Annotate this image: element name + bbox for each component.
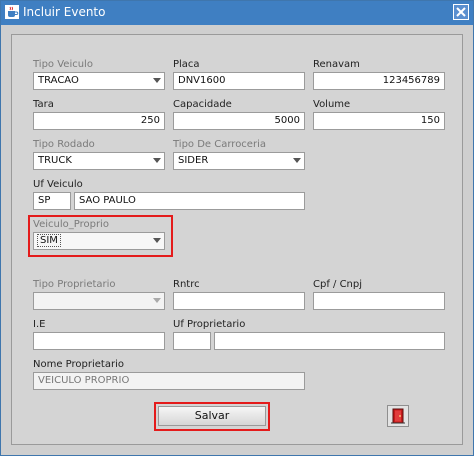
exit-door-icon	[391, 408, 405, 424]
tara-field[interactable]: 250	[33, 112, 165, 130]
form-panel: Tipo Veiculo TRACAO Placa DNV1600 Renava…	[11, 34, 463, 445]
capacidade-label: Capacidade	[173, 99, 232, 110]
placa-field[interactable]: DNV1600	[173, 72, 305, 90]
tipo-rodado-label: Tipo Rodado	[33, 139, 95, 150]
uf-proprietario-code-field[interactable]	[173, 332, 211, 350]
placa-label: Placa	[173, 59, 200, 70]
renavam-label: Renavam	[313, 59, 360, 70]
chevron-down-icon	[153, 78, 161, 83]
incluir-evento-window: Incluir Evento Tipo Veiculo TRACAO Placa…	[0, 0, 474, 456]
tipo-proprietario-select[interactable]	[33, 292, 165, 310]
tipo-veiculo-label: Tipo Veiculo	[33, 59, 93, 70]
tipo-carroceria-select[interactable]: SIDER	[173, 152, 305, 170]
exit-button[interactable]	[387, 405, 409, 427]
tipo-veiculo-select[interactable]: TRACAO	[33, 72, 165, 90]
ie-label: I.E	[33, 319, 46, 330]
tara-label: Tara	[33, 99, 54, 110]
cpf-cnpj-label: Cpf / Cnpj	[313, 279, 363, 290]
uf-veiculo-label: Uf Veiculo	[33, 179, 83, 190]
window-title: Incluir Evento	[23, 5, 106, 19]
save-button-highlight	[154, 402, 270, 431]
nome-proprietario-label: Nome Proprietario	[33, 359, 124, 370]
tipo-proprietario-label: Tipo Proprietario	[33, 279, 116, 290]
chevron-down-icon	[153, 298, 161, 303]
chevron-down-icon	[153, 158, 161, 163]
rntrc-label: Rntrc	[173, 279, 200, 290]
rntrc-field[interactable]	[173, 292, 305, 310]
tipo-carroceria-label: Tipo De Carroceria	[173, 139, 266, 150]
nome-proprietario-field[interactable]: VEICULO PROPRIO	[33, 372, 305, 390]
tipo-rodado-select[interactable]: TRUCK	[33, 152, 165, 170]
uf-veiculo-code-field[interactable]: SP	[33, 192, 71, 210]
tipo-carroceria-value: SIDER	[178, 155, 209, 166]
title-bar[interactable]: Incluir Evento	[1, 1, 473, 25]
cpf-cnpj-field[interactable]	[313, 292, 445, 310]
uf-proprietario-name-field[interactable]	[214, 332, 445, 350]
close-icon[interactable]	[453, 4, 469, 20]
veiculo-proprio-highlight	[28, 215, 173, 257]
java-cup-icon	[5, 5, 19, 19]
tipo-rodado-value: TRUCK	[38, 155, 72, 166]
tipo-veiculo-value: TRACAO	[38, 75, 79, 86]
ie-field[interactable]	[33, 332, 165, 350]
volume-field[interactable]: 150	[313, 112, 445, 130]
renavam-field[interactable]: 123456789	[313, 72, 445, 90]
uf-proprietario-label: Uf Proprietario	[173, 319, 246, 330]
capacidade-field[interactable]: 5000	[173, 112, 305, 130]
chevron-down-icon	[293, 158, 301, 163]
volume-label: Volume	[313, 99, 351, 110]
uf-veiculo-name-field[interactable]: SAO PAULO	[74, 192, 305, 210]
